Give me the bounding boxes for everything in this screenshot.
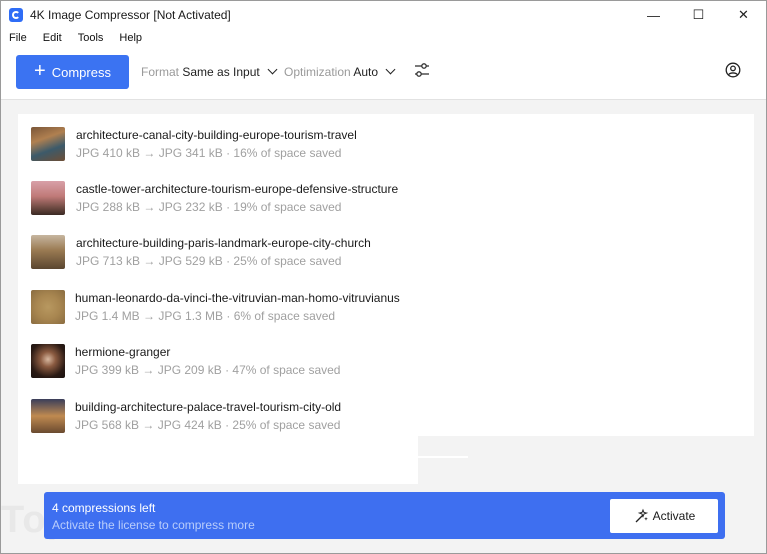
file-meta: JPG 713 kB → JPG 529 kB · 25% of space s…	[76, 254, 342, 268]
format-dropdown[interactable]: Format Same as Input	[141, 64, 278, 79]
compressions-left-text: 4 compressions left	[52, 501, 156, 515]
chevron-down-icon	[385, 64, 396, 75]
list-item[interactable]: architecture-building-paris-landmark-eur…	[31, 234, 731, 274]
file-meta: JPG 568 kB → JPG 424 kB · 25% of space s…	[75, 418, 341, 432]
menu-file[interactable]: File	[1, 32, 35, 44]
minimize-button[interactable]: —	[631, 1, 676, 29]
list-panel-tail	[18, 436, 418, 484]
file-meta: JPG 410 kB → JPG 341 kB · 16% of space s…	[76, 146, 342, 160]
optimization-label: Optimization	[284, 65, 351, 79]
optimization-dropdown[interactable]: Optimization Auto	[284, 64, 396, 79]
list-item[interactable]: hermione-granger JPG 399 kB → JPG 209 kB…	[31, 343, 731, 383]
list-item[interactable]: castle-tower-architecture-tourism-europe…	[31, 180, 731, 220]
maximize-button[interactable]: ☐	[676, 1, 721, 29]
window-controls: — ☐ ✕	[631, 1, 766, 29]
compress-button[interactable]: + Compress	[16, 55, 129, 89]
thumbnail-image	[31, 127, 65, 161]
menu-edit[interactable]: Edit	[35, 32, 70, 44]
compress-label: Compress	[51, 64, 111, 80]
divider	[418, 456, 468, 458]
app-window: 4K Image Compressor [Not Activated] — ☐ …	[0, 0, 767, 554]
file-name: castle-tower-architecture-tourism-europe…	[76, 182, 399, 196]
activate-hint-text: Activate the license to compress more	[52, 518, 255, 532]
thumbnail-image	[31, 290, 65, 324]
activate-label: Activate	[652, 509, 696, 523]
optimization-value: Auto	[353, 65, 379, 79]
toolbar: + Compress Format Same as Input Optimiza…	[1, 47, 766, 100]
plus-icon: +	[34, 60, 46, 82]
file-name: hermione-granger	[75, 345, 171, 359]
chevron-down-icon	[267, 64, 278, 75]
file-name: architecture-canal-city-building-europe-…	[76, 128, 357, 142]
file-name: architecture-building-paris-landmark-eur…	[76, 236, 371, 250]
thumbnail-image	[31, 235, 65, 269]
list-item[interactable]: human-leonardo-da-vinci-the-vitruvian-ma…	[31, 289, 731, 329]
menu-tools[interactable]: Tools	[70, 32, 112, 44]
format-label: Format	[141, 65, 180, 79]
title-bar: 4K Image Compressor [Not Activated] — ☐ …	[1, 1, 766, 29]
magic-wand-icon	[635, 508, 648, 523]
file-meta: JPG 399 kB → JPG 209 kB · 47% of space s…	[75, 363, 341, 377]
list-item[interactable]: building-architecture-palace-travel-tour…	[31, 398, 731, 438]
file-list: architecture-canal-city-building-europe-…	[18, 114, 754, 436]
activation-banner: 4 compressions left Activate the license…	[44, 492, 725, 539]
file-name: human-leonardo-da-vinci-the-vitruvian-ma…	[75, 291, 400, 305]
window-title: 4K Image Compressor [Not Activated]	[30, 8, 231, 22]
menu-bar: File Edit Tools Help	[1, 29, 766, 47]
file-name: building-architecture-palace-travel-tour…	[75, 400, 342, 414]
thumbnail-image	[31, 399, 65, 433]
file-meta: JPG 1.4 MB → JPG 1.3 MB · 6% of space sa…	[75, 309, 336, 323]
file-meta: JPG 288 kB → JPG 232 kB · 19% of space s…	[76, 200, 342, 214]
thumbnail-image	[31, 344, 65, 378]
thumbnail-image	[31, 181, 65, 215]
format-value: Same as Input	[182, 65, 260, 79]
app-logo-icon	[9, 8, 23, 22]
sliders-icon[interactable]	[413, 61, 431, 79]
activate-button[interactable]: Activate	[610, 499, 718, 533]
list-item[interactable]: architecture-canal-city-building-europe-…	[31, 126, 731, 166]
menu-help[interactable]: Help	[111, 32, 150, 44]
account-icon[interactable]	[725, 62, 741, 78]
close-button[interactable]: ✕	[721, 1, 766, 29]
